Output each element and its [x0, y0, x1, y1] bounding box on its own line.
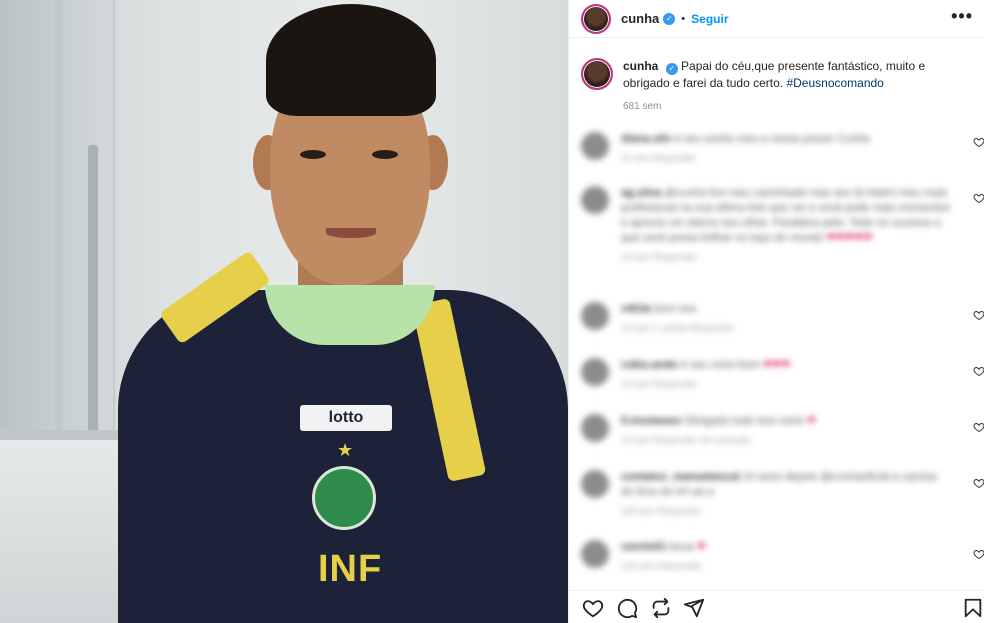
comment-bubble-icon[interactable] — [616, 597, 638, 619]
comment-emoji: ❤ — [806, 415, 817, 427]
comment-like-heart-icon[interactable] — [973, 421, 984, 433]
caption-avatar[interactable] — [581, 58, 613, 90]
comment-avatar[interactable] — [581, 302, 609, 330]
jersey-brand-logo: lotto — [300, 405, 392, 431]
person-eye-left — [300, 150, 326, 159]
person-hair — [266, 4, 436, 116]
caption-hashtag[interactable]: #Deusnocomando — [786, 76, 883, 90]
comment-like-heart-icon[interactable] — [973, 136, 984, 148]
avatar[interactable] — [581, 3, 611, 34]
list-item: rubio.ando é seu certo bom ❤❤❤ 18 sem Re… — [581, 358, 981, 392]
comment-body: rubio.ando é seu certo bom ❤❤❤ 18 sem Re… — [621, 358, 951, 392]
crest-star-icon: ★ — [337, 440, 354, 460]
comment-text: é seu sonho meu e nesse prazer Cunha — [674, 133, 870, 145]
comment-like-heart-icon[interactable] — [973, 548, 984, 560]
comment-username[interactable]: fr.treotaseu — [621, 415, 681, 427]
list-item: v4l1le bom sou 18 sem 1 curtida Responde… — [581, 302, 981, 336]
comment-meta: 18 sem Responder — [621, 379, 698, 389]
comment-body: cenrlo01 boua ❤ 120 sem Responder — [621, 540, 951, 570]
post-photo[interactable]: lotto ★ INF — [0, 0, 568, 623]
paper-plane-icon[interactable] — [683, 597, 705, 619]
comment-emoji: ❤❤❤ — [762, 359, 791, 371]
follow-button[interactable]: Seguir — [691, 12, 728, 26]
comment-body: ag.silva @cunha tive meu caminhado mas s… — [621, 186, 951, 265]
list-item: cenrlo01 boua ❤ 120 sem Responder — [581, 540, 981, 570]
comment-body: fr.treotaseu Obrigado tudo isso certo ❤ … — [621, 414, 951, 448]
post-caption: cunha ✓ Papai do céu,que presente fantás… — [581, 58, 981, 115]
person-mouth — [326, 228, 376, 238]
comment-body: v4l1le bom sou 18 sem 1 curtida Responde… — [621, 302, 951, 336]
heart-outline-icon[interactable] — [582, 597, 604, 619]
comment-meta: 14 sem Responder — [621, 252, 698, 262]
comment-like-heart-icon[interactable] — [973, 309, 984, 321]
list-item: fr.treotaseu Obrigado tudo isso certo ❤ … — [581, 414, 981, 448]
comment-avatar[interactable] — [581, 470, 609, 498]
background-counter — [0, 440, 130, 623]
verified-badge-icon: ✓ — [665, 63, 678, 75]
person-eye-right — [372, 150, 398, 159]
comment-list: diana.silv é seu sonho meu e nesse praze… — [581, 128, 981, 570]
comment-avatar[interactable] — [581, 186, 609, 214]
comment-body: diana.silv é seu sonho meu e nesse praze… — [621, 132, 951, 166]
comment-like-heart-icon[interactable] — [973, 365, 984, 377]
comment-username[interactable]: v4l1le — [621, 303, 652, 315]
comment-emoji: ❤❤❤❤❤ — [826, 232, 873, 244]
comment-body: contatos_manuelencal 10 anos depois @cun… — [621, 470, 951, 519]
comment-emoji: ❤ — [696, 541, 707, 553]
list-item: diana.silv é seu sonho meu e nesse praze… — [581, 132, 981, 166]
background-door-frame — [55, 0, 63, 470]
comment-avatar[interactable] — [581, 358, 609, 386]
comment-like-heart-icon[interactable] — [973, 477, 984, 489]
comment-text: @cunha tive meu caminhado mas seu lá int… — [621, 187, 950, 244]
comment-username[interactable]: rubio.ando — [621, 359, 678, 371]
comment-text: é seu certo bom — [680, 359, 760, 371]
separator-dot: • — [681, 12, 686, 25]
comment-meta: 18 sem Responder Ver tradução — [621, 435, 751, 445]
comment-meta: 120 sem Responder — [621, 561, 703, 570]
bookmark-icon[interactable] — [962, 597, 984, 619]
action-bar — [569, 590, 984, 623]
comment-avatar[interactable] — [581, 540, 609, 568]
header-username[interactable]: cunha — [621, 11, 659, 26]
comment-avatar[interactable] — [581, 414, 609, 442]
comment-text: bom sou — [654, 303, 697, 315]
caption-body: cunha ✓ Papai do céu,que presente fantás… — [623, 58, 973, 115]
post-sidebar: cunha ✓ • Seguir ••• cunha ✓ Papai do cé… — [568, 0, 984, 623]
list-item: contatos_manuelencal 10 anos depois @cun… — [581, 470, 981, 519]
club-crest — [312, 466, 376, 530]
caption-timestamp: 681 sem — [623, 101, 662, 112]
caption-username[interactable]: cunha — [623, 59, 658, 73]
post-header: cunha ✓ • Seguir ••• — [569, 0, 984, 38]
comment-username[interactable]: contatos_manuelencal — [621, 471, 740, 483]
comment-like-heart-icon[interactable] — [973, 192, 984, 204]
comment-meta: 18 sem 1 curtida Responder — [621, 323, 735, 333]
verified-badge-icon: ✓ — [663, 12, 676, 25]
comment-text: boua — [669, 541, 694, 553]
comment-username[interactable]: ag.silva — [621, 187, 661, 199]
comment-meta: 11 sem Responder — [621, 153, 697, 163]
repost-icon[interactable] — [650, 597, 672, 619]
comment-username[interactable]: diana.silv — [621, 133, 671, 145]
comment-avatar[interactable] — [581, 132, 609, 160]
list-item: ag.silva @cunha tive meu caminhado mas s… — [581, 186, 981, 265]
background-handle — [88, 145, 98, 445]
jersey-text: INF — [318, 548, 383, 590]
comment-meta: 118 sem Responder — [621, 506, 702, 516]
comment-username[interactable]: cenrlo01 — [621, 541, 666, 553]
comment-text: Obrigado tudo isso certo — [683, 415, 804, 427]
more-options-icon[interactable]: ••• — [951, 6, 973, 27]
